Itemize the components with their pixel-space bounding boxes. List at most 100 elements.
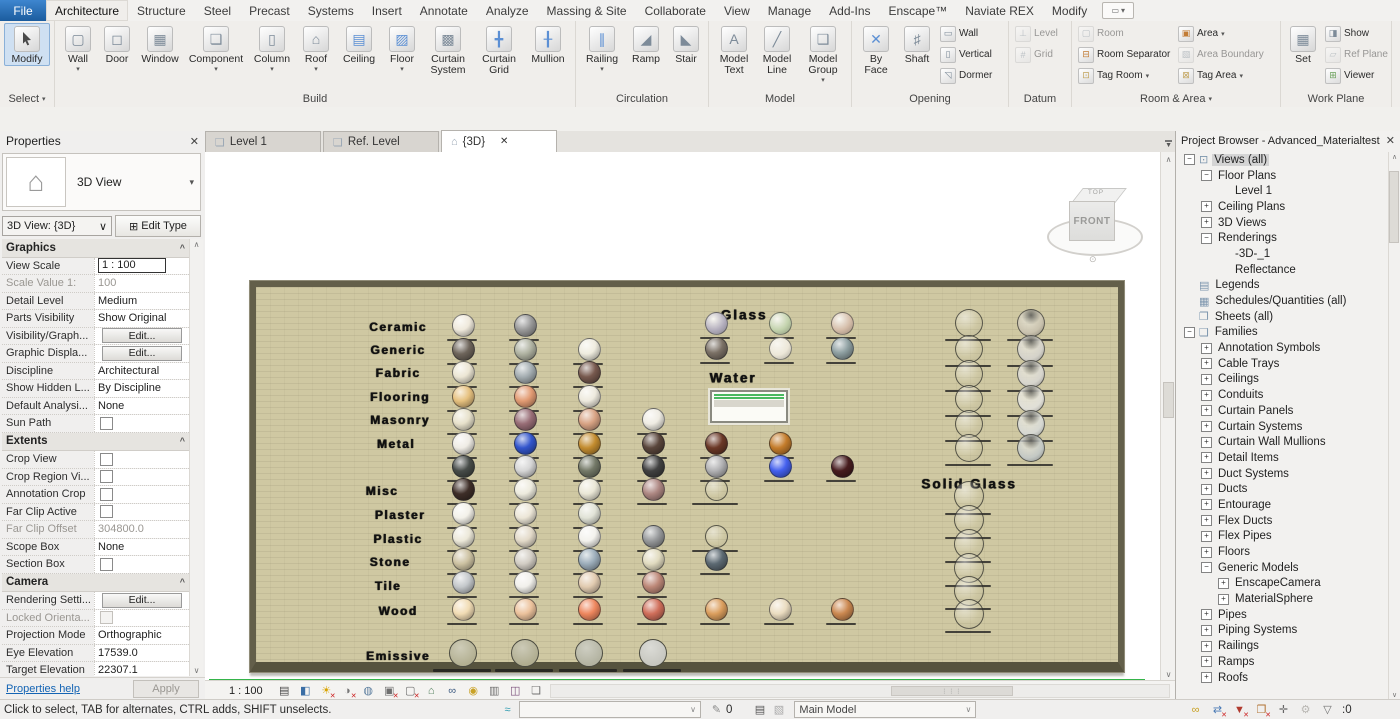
prop-section-camera[interactable]: Camera^ [2,574,189,593]
browser-item-reflectance[interactable]: Reflectance [1176,262,1389,278]
exclude-options-icon[interactable]: ▧ [771,702,786,717]
material-sphere[interactable] [578,408,601,431]
expand-icon[interactable]: + [1201,515,1212,526]
model-line-button[interactable]: ╱Model Line [757,23,797,77]
material-sphere[interactable] [955,335,983,363]
material-sphere[interactable] [452,478,475,501]
material-sphere[interactable] [1017,385,1045,413]
browser-item-curtain-systems[interactable]: +Curtain Systems [1176,419,1389,435]
expand-icon[interactable]: + [1201,343,1212,354]
tab-systems[interactable]: Systems [299,0,363,21]
select-by-face-icon[interactable]: ✛ [1276,702,1291,717]
detail-level-icon[interactable]: ▤ [277,683,292,698]
material-sphere[interactable] [1017,360,1045,388]
material-category-label-plastic[interactable]: Plastic [373,532,422,546]
material-sphere[interactable] [514,338,537,361]
curtain-system-button[interactable]: ▩Curtain System [423,23,473,77]
material-sphere[interactable] [575,639,603,667]
expand-icon[interactable]: + [1201,390,1212,401]
main-model-dropdown[interactable]: Main Model∨ [794,701,976,718]
active-design-option-icon[interactable]: ▤ [752,702,767,717]
material-sphere[interactable] [955,385,983,413]
checkbox[interactable] [100,505,113,518]
wall-button[interactable]: ▭Wall [938,23,1004,44]
material-sphere[interactable] [642,455,665,478]
show-button[interactable]: ◨Show [1323,23,1387,44]
expand-icon[interactable]: + [1201,437,1212,448]
browser-item-ceiling-plans[interactable]: +Ceiling Plans [1176,199,1389,215]
prop-value-annotation-crop[interactable] [94,486,189,503]
material-sphere[interactable] [514,525,537,548]
material-sphere[interactable] [514,548,537,571]
browser-item-duct-systems[interactable]: +Duct Systems [1176,466,1389,482]
material-sphere[interactable] [705,525,728,548]
material-sphere[interactable] [769,432,792,455]
prop-value-visibility-graph[interactable]: Edit... [94,328,189,345]
modify-button[interactable]: Modify [4,23,50,66]
crop-region-icon[interactable]: ▢✕ [403,683,418,698]
browser-item-railings[interactable]: +Railings [1176,638,1389,654]
material-sphere[interactable] [642,525,665,548]
material-sphere[interactable] [511,639,539,667]
room-button[interactable]: ▢Room [1076,23,1174,44]
sun-path-icon[interactable]: ☀✕ [319,683,334,698]
ribbon-display-toggle[interactable]: ▭▾ [1102,2,1134,19]
material-category-label-generic[interactable]: Generic [370,343,425,357]
viewcube[interactable]: TOPFRONT⊙ [1045,182,1145,274]
browser-item-cable-trays[interactable]: +Cable Trays [1176,356,1389,372]
dormer-button[interactable]: ◹Dormer [938,65,1004,86]
expand-icon[interactable]: + [1201,452,1212,463]
scroll-down-icon[interactable]: ∨ [1392,691,1397,699]
component-button[interactable]: ❏Component▾ [185,23,247,74]
checkbox[interactable] [100,453,113,466]
expand-icon[interactable]: + [1201,641,1212,652]
material-sphere[interactable] [452,598,475,621]
material-category-label-flooring[interactable]: Flooring [370,390,430,404]
scale-button[interactable]: 1 : 100 [229,685,263,697]
prop-value-view-scale[interactable]: 1 : 100 [94,258,189,275]
prop-value-far-clip-offset[interactable]: 304800.0 [94,521,189,538]
temp-hide-isolate-icon[interactable]: ∞ [445,683,460,698]
displacement-icon[interactable]: ❏ [529,683,544,698]
material-sphere[interactable] [514,598,537,621]
expand-icon[interactable]: + [1201,201,1212,212]
material-sphere[interactable] [705,432,728,455]
prop-value-sun-path[interactable] [94,415,189,432]
ribbon-panel-label-circulation[interactable]: Circulation [576,91,708,107]
view-tab-level-1[interactable]: ❏Level 1 [205,131,321,152]
browser-item-entourage[interactable]: +Entourage [1176,497,1389,513]
material-sphere[interactable] [578,571,601,594]
scroll-up-icon[interactable]: ∧ [194,240,200,249]
material-sphere[interactable] [769,312,792,335]
tab-steel[interactable]: Steel [195,0,240,21]
temp-view-properties-icon[interactable]: ▥ [487,683,502,698]
expand-icon[interactable]: + [1201,531,1212,542]
railing-button[interactable]: ∥Railing▾ [580,23,624,74]
floor-button[interactable]: ▨Floor▾ [383,23,421,74]
collapse-icon[interactable]: − [1184,327,1195,338]
prop-value-parts-visibility[interactable]: Show Original [94,310,189,327]
scroll-down-icon[interactable]: ∨ [1161,667,1176,681]
material-category-label-emissive[interactable]: Emissive [366,649,430,663]
material-group-header-water[interactable]: Water [709,371,756,386]
scrollbar-thumb[interactable]: ⋮⋮⋮ [891,686,1013,696]
analytical-model-icon[interactable]: ◫ [508,683,523,698]
material-category-label-masonry[interactable]: Masonry [370,413,430,427]
exclude-design-options-icon[interactable]: ❐✕ [1254,702,1269,717]
area-button[interactable]: ▣Area▾ [1176,23,1276,44]
material-sphere[interactable] [452,361,475,384]
material-sphere[interactable] [955,360,983,388]
material-sphere[interactable] [578,502,601,525]
browser-item-flex-pipes[interactable]: +Flex Pipes [1176,529,1389,545]
browser-item-materialsphere[interactable]: +MaterialSphere [1176,591,1389,607]
stair-button[interactable]: ◣Stair [668,23,704,66]
view-tab-ref-level[interactable]: ❏Ref. Level [323,131,439,152]
type-selector[interactable]: ⌂ 3D View ▾ [2,153,201,211]
checkbox[interactable] [100,611,113,624]
close-icon[interactable]: ✕ [500,136,508,147]
browser-item-generic-models[interactable]: −Generic Models [1176,560,1389,576]
browser-item-roofs[interactable]: +Roofs [1176,670,1389,686]
expand-icon[interactable]: + [1201,405,1212,416]
window-button[interactable]: ▦Window [137,23,183,66]
browser-item-3d-1[interactable]: -3D-_1 [1176,246,1389,262]
